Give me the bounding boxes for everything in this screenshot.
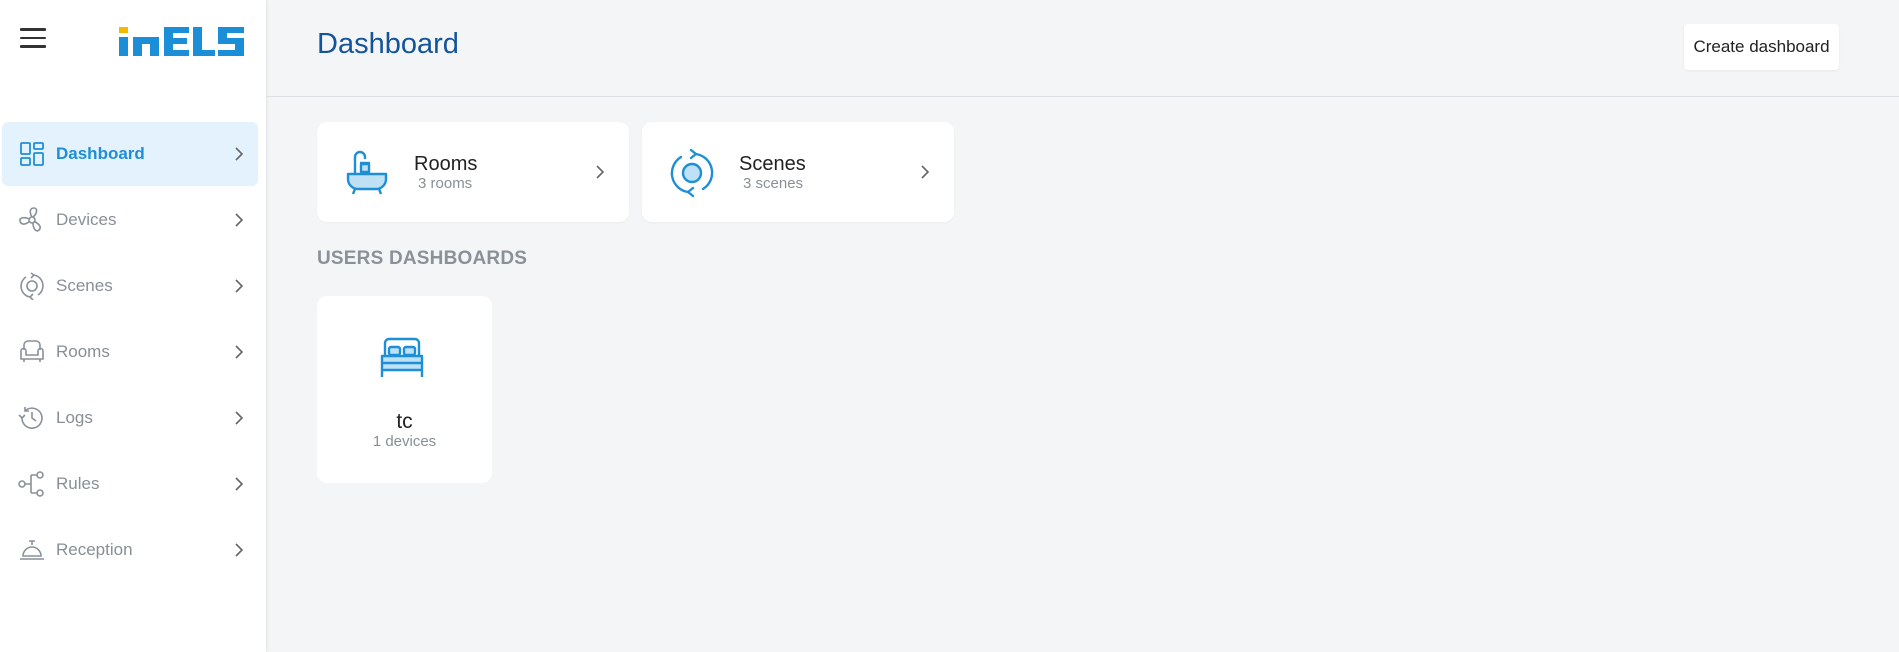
sidebar-item-label: Rules bbox=[56, 474, 100, 493]
sidebar-item-label: Devices bbox=[56, 210, 117, 229]
bed-icon bbox=[379, 336, 425, 385]
sidebar-item-devices[interactable]: Devices bbox=[2, 188, 258, 252]
rooms-card[interactable]: Rooms 3 rooms bbox=[317, 122, 629, 222]
chevron-right-icon bbox=[235, 477, 244, 491]
scenes-icon bbox=[670, 148, 714, 203]
sidebar-item-rooms[interactable]: Rooms bbox=[2, 320, 258, 384]
chevron-right-icon bbox=[235, 543, 244, 557]
sidebar-item-label: Scenes bbox=[56, 276, 113, 295]
sidebar: Dashboard Devices Scenes Rooms Logs Rule… bbox=[0, 0, 266, 652]
sidebar-item-scenes[interactable]: Scenes bbox=[2, 254, 258, 318]
armchair-icon bbox=[18, 338, 46, 366]
chevron-right-icon bbox=[235, 345, 244, 359]
chevron-right-icon bbox=[596, 165, 605, 179]
sidebar-item-label: Rooms bbox=[56, 342, 110, 361]
sidebar-item-dashboard[interactable]: Dashboard bbox=[2, 122, 258, 186]
fan-icon bbox=[18, 206, 46, 234]
dashboard-card-title: tc bbox=[396, 410, 413, 433]
scenes-card-count: 3 scenes bbox=[743, 175, 804, 192]
page-title: Dashboard bbox=[317, 28, 459, 60]
chevron-right-icon bbox=[235, 213, 244, 227]
scenes-icon bbox=[18, 272, 46, 300]
bell-icon bbox=[18, 536, 46, 564]
sidebar-item-logs[interactable]: Logs bbox=[2, 386, 258, 450]
chevron-right-icon bbox=[235, 147, 244, 161]
dashboard-card[interactable]: tc 1 devices bbox=[317, 296, 492, 483]
sidebar-nav: Dashboard Devices Scenes Rooms Logs Rule… bbox=[0, 122, 266, 584]
chevron-right-icon bbox=[235, 411, 244, 425]
rooms-card-title: Rooms bbox=[414, 153, 478, 175]
bathtub-icon bbox=[345, 148, 389, 201]
sidebar-item-reception[interactable]: Reception bbox=[2, 518, 258, 582]
page-header: Dashboard Create dashboard bbox=[266, 0, 1899, 97]
history-icon bbox=[18, 404, 46, 432]
inels-logo[interactable] bbox=[118, 24, 246, 63]
chevron-right-icon bbox=[235, 279, 244, 293]
dashboard-icon bbox=[18, 140, 46, 168]
sidebar-item-label: Logs bbox=[56, 408, 93, 427]
create-dashboard-button[interactable]: Create dashboard bbox=[1684, 24, 1839, 70]
sidebar-item-rules[interactable]: Rules bbox=[2, 452, 258, 516]
sidebar-item-label: Reception bbox=[56, 540, 133, 559]
dashboard-card-devices: 1 devices bbox=[372, 433, 437, 450]
scenes-card[interactable]: Scenes 3 scenes bbox=[642, 122, 954, 222]
chevron-right-icon bbox=[921, 165, 930, 179]
users-dashboards-heading: USERS DASHBOARDS bbox=[317, 248, 528, 269]
scenes-card-title: Scenes bbox=[739, 153, 806, 175]
sidebar-item-label: Dashboard bbox=[56, 144, 145, 163]
rules-icon bbox=[18, 470, 46, 498]
rooms-card-count: 3 rooms bbox=[418, 175, 473, 192]
menu-toggle-button[interactable] bbox=[20, 28, 46, 48]
